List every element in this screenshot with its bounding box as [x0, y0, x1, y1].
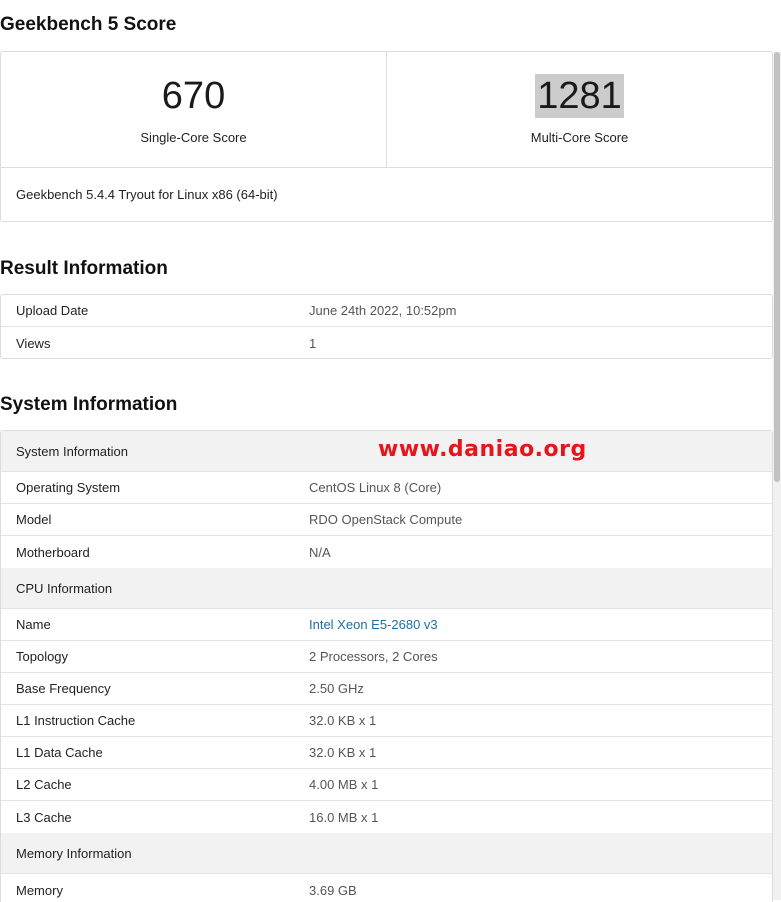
group-heading-memory: Memory Information [1, 833, 772, 874]
table-row: L3 Cache 16.0 MB x 1 [1, 801, 772, 833]
row-label: L1 Instruction Cache [16, 713, 136, 728]
row-label: L2 Cache [16, 777, 72, 792]
row-value: 16.0 MB x 1 [309, 809, 379, 825]
table-row: L1 Instruction Cache 32.0 KB x 1 [1, 705, 772, 737]
table-row: Model RDO OpenStack Compute [1, 504, 772, 536]
vertical-scrollbar[interactable] [773, 52, 781, 900]
table-row: Upload Date June 24th 2022, 10:52pm [1, 295, 772, 327]
group-heading-cpu: CPU Information [1, 568, 772, 609]
table-row: Name Intel Xeon E5-2680 v3 [1, 609, 772, 641]
row-label: L3 Cache [16, 809, 72, 825]
single-core-score-value: 670 [161, 75, 226, 117]
result-info-table: Upload Date June 24th 2022, 10:52pm View… [0, 294, 773, 359]
system-section-title: System Information [0, 394, 178, 415]
group-heading-label: CPU Information [16, 580, 113, 596]
row-label: Motherboard [16, 544, 90, 560]
row-value: 3.69 GB [309, 883, 357, 898]
row-value: 32.0 KB x 1 [309, 745, 377, 760]
row-label: Model [16, 512, 52, 527]
row-value: N/A [309, 544, 331, 560]
row-label: Name [16, 617, 51, 632]
cpu-name-link[interactable]: Intel Xeon E5-2680 v3 [309, 617, 438, 632]
row-value: June 24th 2022, 10:52pm [309, 303, 457, 318]
system-info-table: System Information www.daniao.org Operat… [0, 430, 773, 902]
score-row: 670 Single-Core Score 1281 Multi-Core Sc… [1, 52, 772, 168]
table-row: L2 Cache 4.00 MB x 1 [1, 769, 772, 801]
row-label: Base Frequency [16, 681, 111, 696]
row-label: L1 Data Cache [16, 745, 103, 760]
group-heading-label: System Information [16, 443, 128, 459]
table-row: Memory 3.69 GB [1, 874, 772, 902]
table-row: Views 1 [1, 327, 772, 359]
row-label: Upload Date [16, 303, 89, 318]
result-section-title: Result Information [0, 258, 168, 279]
row-value: 2 Processors, 2 Cores [309, 649, 438, 664]
table-row: Topology 2 Processors, 2 Cores [1, 641, 772, 673]
multi-core-score-cell: 1281 Multi-Core Score [386, 52, 772, 167]
table-row: Operating System CentOS Linux 8 (Core) [1, 472, 772, 504]
group-heading-system: System Information www.daniao.org [1, 431, 772, 472]
row-value: RDO OpenStack Compute [309, 512, 463, 527]
score-section-title: Geekbench 5 Score [0, 14, 177, 35]
geekbench-result-page: Geekbench 5 Score 670 Single-Core Score … [0, 0, 781, 902]
single-core-score-cell: 670 Single-Core Score [1, 52, 386, 167]
row-label: Views [16, 335, 51, 351]
row-label: Operating System [16, 480, 121, 495]
row-label: Topology [16, 649, 69, 664]
row-value: CentOS Linux 8 (Core) [309, 480, 442, 495]
single-core-score-label: Single-Core Score [140, 130, 247, 145]
row-value: 2.50 GHz [309, 681, 364, 696]
geekbench-version-text: Geekbench 5.4.4 Tryout for Linux x86 (64… [16, 187, 278, 202]
row-value: 32.0 KB x 1 [309, 713, 377, 728]
table-row: Base Frequency 2.50 GHz [1, 673, 772, 705]
multi-core-score-label: Multi-Core Score [530, 130, 629, 145]
table-row: L1 Data Cache 32.0 KB x 1 [1, 737, 772, 769]
multi-core-score-value: 1281 [535, 74, 624, 118]
table-row: Motherboard N/A [1, 536, 772, 568]
row-value: 4.00 MB x 1 [309, 777, 379, 792]
watermark-text: www.daniao.org [378, 437, 587, 462]
group-heading-label: Memory Information [16, 845, 132, 861]
score-card: 670 Single-Core Score 1281 Multi-Core Sc… [0, 51, 773, 222]
row-label: Memory [16, 883, 63, 898]
row-value: 1 [309, 335, 317, 351]
scrollbar-thumb[interactable] [774, 52, 780, 482]
